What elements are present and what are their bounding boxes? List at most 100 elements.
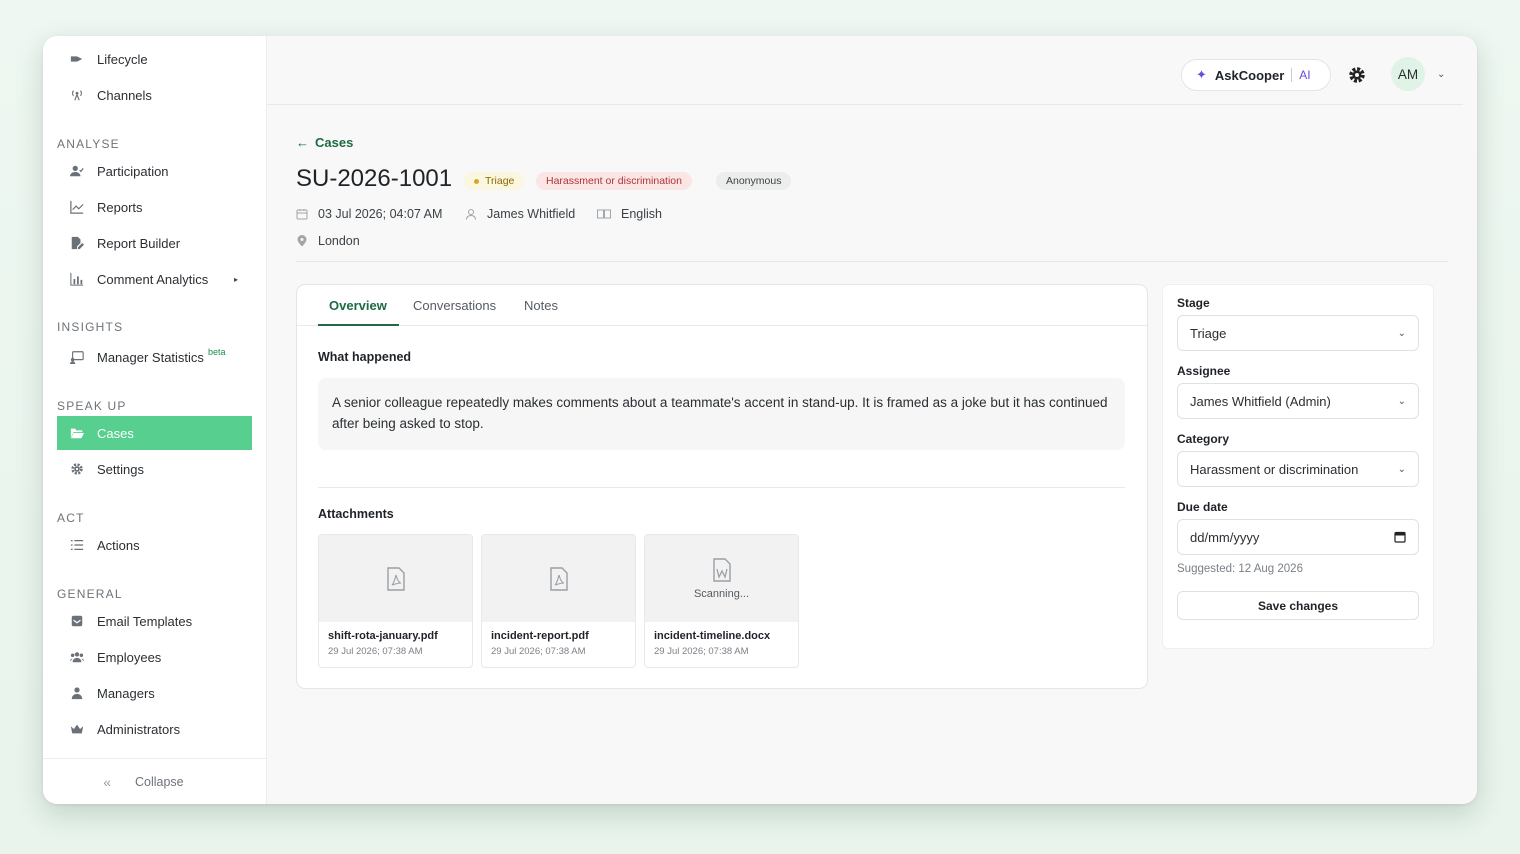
scanning-status: Scanning... [693,587,750,600]
list-icon [57,538,97,552]
section-label-insights: INSIGHTS [57,320,124,334]
section-label-speakup: SPEAK UP [57,399,127,413]
page-title: SU-2026-1001 [296,165,453,192]
tab-notes[interactable]: Notes [524,298,558,313]
sidebar-item-managers[interactable]: Managers [57,676,252,710]
due-date-placeholder: dd/mm/yyyy [1190,529,1260,545]
calendar-icon[interactable] [1394,531,1406,543]
sidebar-item-label: Comment Analytics [97,271,209,287]
sidebar-item-label: Cases [97,425,134,441]
user-icon [465,208,477,220]
anonymity-badge: Anonymous [716,172,792,190]
sidebar-item-administrators[interactable]: Administrators [57,712,252,746]
crown-icon [57,722,97,736]
stage-select[interactable]: Triage ⌄ [1177,315,1419,351]
double-chevron-left-icon: « [103,773,111,790]
case-language-value: English [621,207,662,221]
sidebar-item-email-templates[interactable]: Email Templates [57,604,252,638]
sidebar-item-label: Participation [97,163,169,179]
back-link-label: Cases [315,135,354,150]
user-tie-icon [57,686,97,700]
gear-icon [57,462,97,476]
assignee-select[interactable]: James Whitfield (Admin) ⌄ [1177,383,1419,419]
tab-overview[interactable]: Overview [329,298,387,313]
sidebar-item-label: Report Builder [97,235,181,251]
beta-tag: beta [207,347,226,357]
bar-chart-icon [57,272,97,286]
askcooper-label: AskCooper [1214,67,1285,83]
sidebar-item-participation[interactable]: Participation [57,154,252,188]
sidebar-item-comment-analytics[interactable]: Comment Analytics ▸ [57,262,252,296]
back-to-cases-link[interactable]: ← Cases [296,135,353,150]
map-pin-icon [296,235,308,247]
sidebar-item-settings[interactable]: Settings [57,452,252,486]
attachment-thumbnail: Scanning... [645,535,798,622]
sidebar-item-reports[interactable]: Reports [57,190,252,224]
sidebar-item-channels[interactable]: Channels [57,78,252,112]
sidebar-item-label: Email Templates [97,613,193,629]
due-date-label: Due date [1177,500,1228,514]
askcooper-button[interactable]: ✦ AskCooper AI [1181,59,1331,91]
sidebar-item-actions[interactable]: Actions [57,528,252,562]
sidebar-item-manager-statistics[interactable]: Manager Statistics beta [57,340,252,374]
sidebar-item-lifecycle[interactable]: Lifecycle [57,42,252,76]
attachment-card[interactable]: Scanning... incident-timeline.docx 29 Ju… [644,534,799,668]
due-date-suggestion: Suggested: 12 Aug 2026 [1177,563,1303,575]
sidebar: Lifecycle Channels ANALYSE Participation… [43,36,267,804]
stage-badge: Triage [464,172,525,190]
header-divider [296,261,1448,262]
sidebar-item-label: Employees [97,649,162,665]
topbar: ✦ AskCooper AI AM ⌄ [267,36,1463,105]
chevron-down-icon[interactable]: ⌄ [1437,69,1445,80]
divider [1291,68,1293,82]
save-changes-button[interactable]: Save changes [1177,591,1419,620]
avatar[interactable]: AM [1391,57,1425,91]
chart-line-icon [57,200,97,214]
collapse-label: Collapse [135,774,184,789]
section-label-act: ACT [57,511,85,525]
sidebar-item-label: Reports [97,199,143,215]
case-datetime-value: 03 Jul 2026; 04:07 AM [318,207,443,221]
category-select[interactable]: Harassment or discrimination ⌄ [1177,451,1419,487]
attachment-thumbnail [482,535,635,622]
sidebar-item-report-builder[interactable]: Report Builder [57,226,252,260]
due-date-input[interactable]: dd/mm/yyyy [1177,519,1419,555]
case-reporter: James Whitfield [465,207,575,221]
sidebar-item-cases[interactable]: Cases [57,416,252,450]
sidebar-item-employees[interactable]: Employees [57,640,252,674]
attachment-name: shift-rota-january.pdf [328,630,438,642]
sidebar-item-label: Manager Statistics [97,349,204,365]
main-content: ✦ AskCooper AI AM ⌄ ← Cases SU-2026-1001… [267,36,1477,804]
user-check-icon [57,164,97,178]
pdf-file-icon [549,566,568,591]
attachment-name: incident-timeline.docx [654,630,771,642]
arrow-left-icon: ← [296,135,309,150]
assignee-select-value: James Whitfield (Admin) [1190,393,1331,409]
sidebar-item-label: Administrators [97,721,181,737]
section-divider [318,487,1125,488]
attachment-card[interactable]: shift-rota-january.pdf 29 Jul 2026; 07:3… [318,534,473,668]
sidebar-item-label: Actions [97,537,140,553]
section-label-general: GENERAL [57,587,123,601]
stage-label: Stage [1177,296,1210,310]
tab-conversations[interactable]: Conversations [413,298,496,313]
case-location: London [296,234,360,248]
attachment-card[interactable]: incident-report.pdf 29 Jul 2026; 07:38 A… [481,534,636,668]
gear-icon[interactable] [1347,65,1367,85]
what-happened-heading: What happened [318,350,412,364]
collapse-button[interactable]: « Collapse [43,758,267,804]
lifecycle-icon [57,52,97,66]
tab-bar: Overview Conversations Notes [297,285,1147,326]
category-label: Category [1177,432,1230,446]
case-language: English [597,207,662,221]
presentation-icon [57,350,97,364]
stage-select-value: Triage [1190,325,1227,341]
language-icon [597,208,611,220]
calendar-icon [296,208,308,220]
case-description: A senior colleague repeatedly makes comm… [318,378,1125,450]
word-file-icon [712,557,731,582]
ai-label: AI [1299,68,1311,82]
category-badge: Harassment or discrimination [536,172,692,190]
case-datetime: 03 Jul 2026; 04:07 AM [296,207,442,221]
attachments-heading: Attachments [318,507,394,521]
